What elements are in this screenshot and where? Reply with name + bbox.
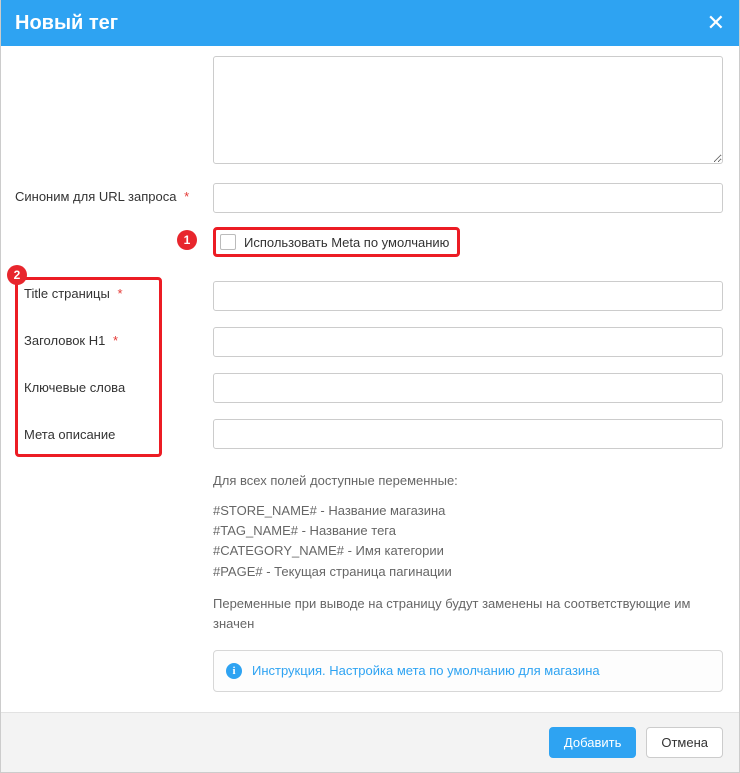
info-box: i Инструкция. Настройка мета по умолчани… [213,650,723,692]
var-line: #TAG_NAME# - Название тега [213,523,396,538]
h1-input[interactable] [213,327,723,357]
highlight-default-meta: Использовать Meta по умолчанию [213,227,460,257]
info-icon: i [226,663,242,679]
label-url-synonym: Синоним для URL запроса * [15,183,213,204]
label-meta-desc: Мета описание [24,427,153,442]
description-textarea[interactable] [213,56,723,164]
label-h1: Заголовок H1 * [24,333,153,348]
modal-title: Новый тег [15,12,118,35]
highlight-meta-labels: Title страницы * Заголовок H1 * Ключевые… [15,277,162,457]
modal-body: Синоним для URL запроса * 1 Использовать… [1,46,739,712]
row-description [15,56,723,169]
label-keywords: Ключевые слова [24,380,153,395]
vars-intro: Для всех полей доступные переменные: [213,471,723,491]
add-button[interactable]: Добавить [549,727,636,758]
meta-fields-block: 2 Title страницы * Заголовок H1 * Ключев… [15,277,723,457]
var-line: #PAGE# - Текущая страница пагинации [213,564,452,579]
modal-new-tag: Новый тег ✕ Синоним для URL запроса * 1 [0,0,740,773]
modal-header: Новый тег ✕ [1,0,739,46]
label-description-empty [15,56,213,62]
variables-help: Для всех полей доступные переменные: #ST… [213,471,723,692]
checkbox-icon [220,234,236,250]
close-icon[interactable]: ✕ [707,12,725,34]
required-marker: * [184,189,189,204]
vars-outro: Переменные при выводе на страницу будут … [213,594,723,634]
callout-1: 1 [177,230,197,250]
modal-footer: Добавить Отмена [1,712,739,772]
use-default-meta-label: Использовать Meta по умолчанию [244,235,449,250]
info-link[interactable]: Инструкция. Настройка мета по умолчанию … [252,661,600,681]
use-default-meta-checkbox[interactable]: Использовать Meta по умолчанию [220,234,449,250]
meta-desc-input[interactable] [213,419,723,449]
label-title: Title страницы * [24,286,153,301]
var-line: #STORE_NAME# - Название магазина [213,503,445,518]
var-line: #CATEGORY_NAME# - Имя категории [213,543,444,558]
url-synonym-input[interactable] [213,183,723,213]
cancel-button[interactable]: Отмена [646,727,723,758]
title-input[interactable] [213,281,723,311]
row-use-default-meta: 1 Использовать Meta по умолчанию [15,227,723,257]
callout-2: 2 [7,265,27,285]
row-url-synonym: Синоним для URL запроса * [15,183,723,213]
keywords-input[interactable] [213,373,723,403]
